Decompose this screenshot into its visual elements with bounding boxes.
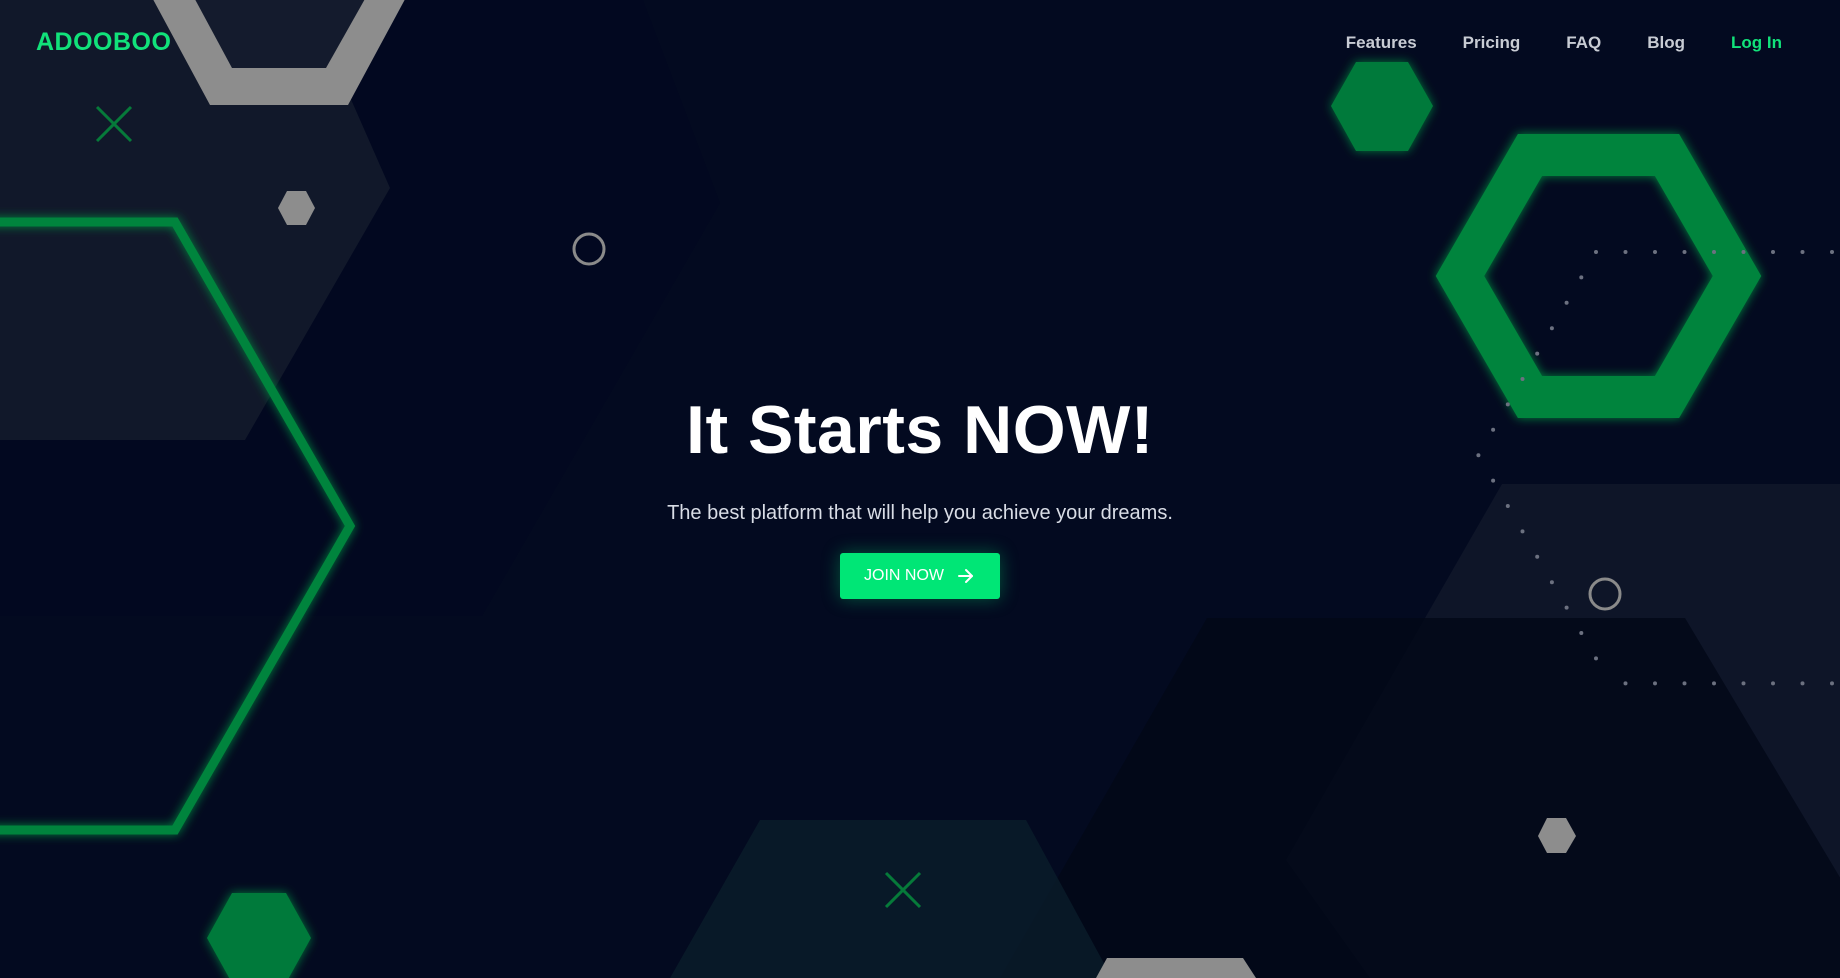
dot — [1564, 300, 1569, 305]
dot — [1712, 681, 1716, 686]
arrow-right-icon — [958, 569, 973, 583]
nav-links: Features Pricing FAQ Blog Log In — [1300, 33, 1782, 53]
faint-hexagon-bottom-center — [670, 820, 1112, 978]
dot — [1830, 250, 1834, 254]
dot — [1594, 250, 1598, 254]
dot — [1549, 326, 1554, 331]
dot — [1682, 250, 1687, 254]
dot — [1741, 250, 1746, 254]
dot — [1771, 681, 1775, 686]
dark-hexagon-bottom-right — [1000, 618, 1840, 978]
dot — [1535, 351, 1540, 356]
dot — [1623, 681, 1628, 686]
join-now-button[interactable]: JOIN NOW — [840, 553, 1000, 599]
dot — [1594, 656, 1598, 661]
hero-subtitle: The best platform that will help you ach… — [667, 502, 1173, 524]
dot — [1653, 681, 1657, 686]
dot — [1741, 681, 1746, 686]
nav-link-features[interactable]: Features — [1346, 33, 1417, 53]
join-now-label: JOIN NOW — [864, 567, 944, 584]
hero-title: It Starts NOW! — [686, 392, 1154, 468]
green-hexagon-bottom-left — [207, 893, 311, 978]
nav-link-faq[interactable]: FAQ — [1566, 33, 1601, 53]
dot — [1800, 681, 1805, 686]
nav-link-blog[interactable]: Blog — [1647, 33, 1685, 53]
dot — [1520, 377, 1525, 381]
top-navbar: ADOOBOO Features Pricing FAQ Blog Log In — [0, 0, 1840, 86]
dot — [1830, 681, 1834, 686]
dot — [1564, 605, 1569, 610]
landing-page: ADOOBOO Features Pricing FAQ Blog Log In… — [0, 0, 1840, 978]
dot — [1682, 681, 1687, 686]
dot — [1712, 250, 1716, 254]
dot — [1579, 275, 1584, 280]
dot — [1771, 250, 1775, 254]
brand-logo[interactable]: ADOOBOO — [36, 28, 171, 57]
gray-hexagon-bottom — [1096, 958, 1256, 978]
nav-link-pricing[interactable]: Pricing — [1463, 33, 1521, 53]
dot — [1800, 250, 1805, 254]
hero-section: It Starts NOW! The best platform that wi… — [0, 390, 1840, 599]
green-hexagon-outline-right — [1435, 134, 1762, 418]
dot — [1579, 631, 1584, 635]
dot — [1653, 250, 1657, 254]
dot — [1623, 250, 1628, 254]
login-link[interactable]: Log In — [1731, 33, 1782, 53]
